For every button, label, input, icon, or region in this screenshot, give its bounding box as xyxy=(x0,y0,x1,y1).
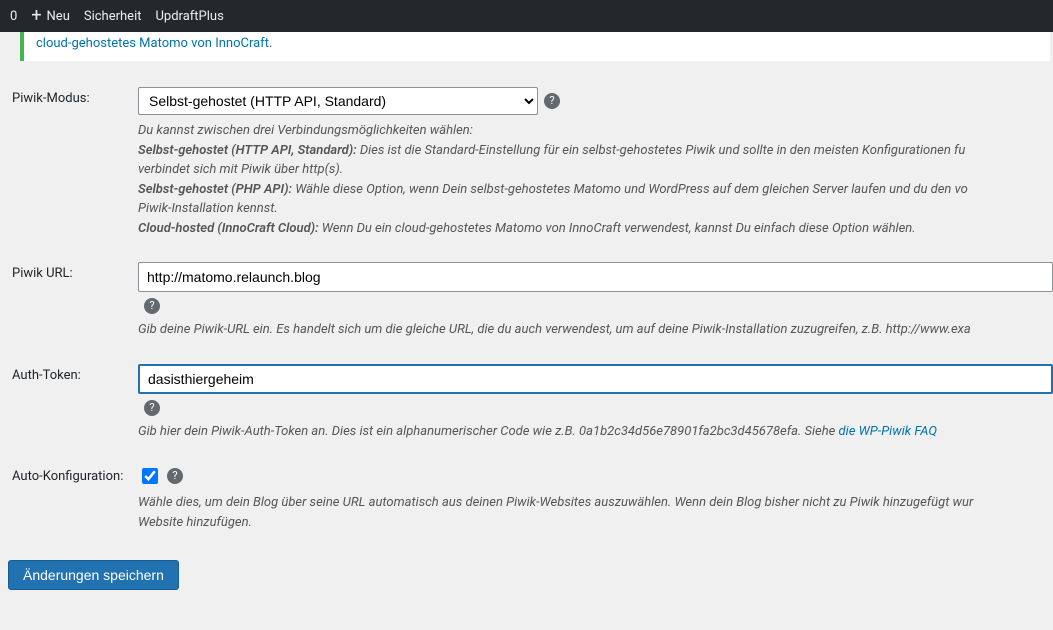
auth-token-desc: Gib hier dein Piwik-Auth-Token an. Dies … xyxy=(138,422,1053,442)
adminbar-new-label: Neu xyxy=(47,9,70,24)
auto-config-desc: Wähle dies, um dein Blog über seine URL … xyxy=(138,493,1053,532)
row-piwik-url: Piwik URL: ? Gib deine Piwik-URL ein. Es… xyxy=(8,258,1053,360)
notice-box: cloud-gehostetes Matomo von InnoCraft. xyxy=(20,32,1050,61)
comment-count: 0 xyxy=(10,9,17,24)
help-icon[interactable]: ? xyxy=(144,400,160,416)
row-auto-config: Auto-Konfiguration: ? Wähle dies, um dei… xyxy=(8,461,1053,552)
adminbar-updraft-label: UpdraftPlus xyxy=(156,9,224,24)
notice-suffix: . xyxy=(269,36,272,51)
row-auth-token: Auth-Token: ? Gib hier dein Piwik-Auth-T… xyxy=(8,360,1053,462)
auto-config-checkbox[interactable] xyxy=(142,468,158,484)
piwik-url-desc: Gib deine Piwik-URL ein. Es handelt sich… xyxy=(138,320,1053,340)
label-auto-config: Auto-Konfiguration: xyxy=(8,461,138,552)
auth-token-input[interactable] xyxy=(138,364,1053,394)
label-piwik-url: Piwik URL: xyxy=(8,258,138,360)
plus-icon: + xyxy=(31,7,41,25)
settings-page: cloud-gehostetes Matomo von InnoCraft. P… xyxy=(0,32,1053,630)
piwik-url-input[interactable] xyxy=(138,262,1053,292)
admin-bar: 0 + Neu Sicherheit UpdraftPlus xyxy=(0,0,1053,32)
notice-link[interactable]: cloud-gehostetes Matomo von InnoCraft xyxy=(36,36,269,51)
help-icon[interactable]: ? xyxy=(167,468,183,484)
adminbar-security-label: Sicherheit xyxy=(84,9,142,24)
row-piwik-mode: Piwik-Modus: Selbst-gehostet (HTTP API, … xyxy=(8,83,1053,258)
adminbar-new[interactable]: + Neu xyxy=(31,7,70,25)
piwik-mode-desc: Du kannst zwischen drei Verbindungsmögli… xyxy=(138,121,1053,238)
adminbar-security[interactable]: Sicherheit xyxy=(84,9,142,24)
settings-form: Piwik-Modus: Selbst-gehostet (HTTP API, … xyxy=(8,83,1053,552)
adminbar-comments[interactable]: 0 xyxy=(10,9,17,24)
label-piwik-mode: Piwik-Modus: xyxy=(8,83,138,258)
help-icon[interactable]: ? xyxy=(544,93,560,109)
label-auth-token: Auth-Token: xyxy=(8,360,138,462)
piwik-mode-select[interactable]: Selbst-gehostet (HTTP API, Standard) xyxy=(138,87,538,115)
adminbar-updraft[interactable]: UpdraftPlus xyxy=(156,9,224,24)
faq-link[interactable]: die WP-Piwik FAQ xyxy=(839,424,938,439)
help-icon[interactable]: ? xyxy=(144,298,160,314)
save-button[interactable]: Änderungen speichern xyxy=(8,560,179,590)
